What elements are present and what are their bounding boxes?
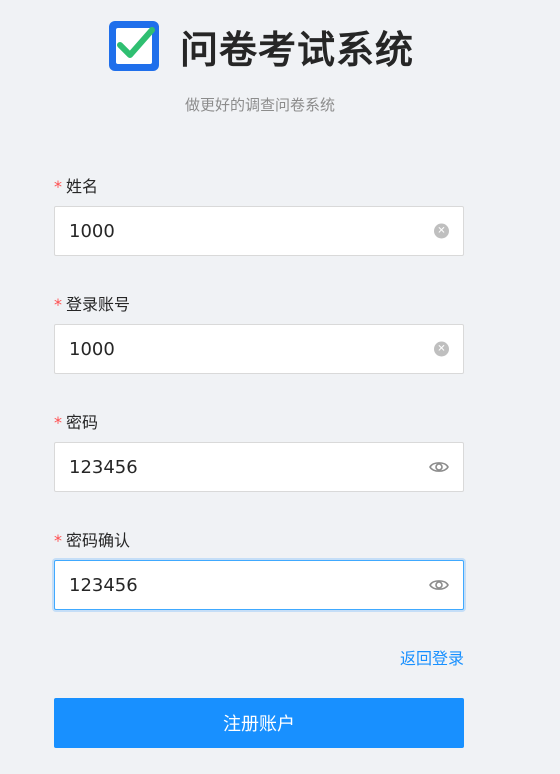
required-mark: *: [54, 531, 62, 550]
clear-icon: ✕: [434, 223, 449, 239]
clear-button[interactable]: ✕: [434, 223, 449, 239]
register-button[interactable]: 注册账户: [54, 698, 464, 748]
password-field[interactable]: [54, 442, 464, 492]
name-field[interactable]: ✕: [54, 206, 464, 256]
confirm-password-label: * 密码确认: [54, 527, 130, 551]
required-mark: *: [54, 413, 62, 432]
confirm-password-label-text: 密码确认: [66, 531, 131, 550]
account-field[interactable]: ✕: [54, 324, 464, 374]
name-label: * 姓名: [54, 173, 98, 197]
brand-header: 问卷考试系统: [0, 18, 520, 74]
eye-icon: [429, 580, 449, 590]
app-title: 问卷考试系统: [179, 27, 414, 72]
name-label-text: 姓名: [66, 177, 99, 196]
clear-icon: ✕: [434, 341, 449, 357]
password-label: * 密码: [54, 409, 98, 433]
account-label: * 登录账号: [54, 291, 130, 315]
checkbox-logo-icon: [108, 21, 159, 71]
account-input[interactable]: [69, 325, 419, 373]
password-input[interactable]: [69, 443, 419, 491]
toggle-visibility-button[interactable]: [429, 460, 449, 474]
eye-icon: [429, 462, 449, 472]
toggle-visibility-button[interactable]: [429, 578, 449, 592]
required-mark: *: [54, 295, 62, 314]
password-label-text: 密码: [66, 413, 99, 432]
account-label-text: 登录账号: [66, 295, 131, 314]
name-input[interactable]: [69, 207, 419, 255]
confirm-password-field[interactable]: [54, 560, 464, 610]
clear-button[interactable]: ✕: [434, 341, 449, 357]
required-mark: *: [54, 177, 62, 196]
app-subtitle: 做更好的调查问卷系统: [184, 96, 335, 114]
confirm-password-input[interactable]: [69, 561, 419, 609]
back-to-login-link[interactable]: 返回登录: [354, 645, 464, 669]
